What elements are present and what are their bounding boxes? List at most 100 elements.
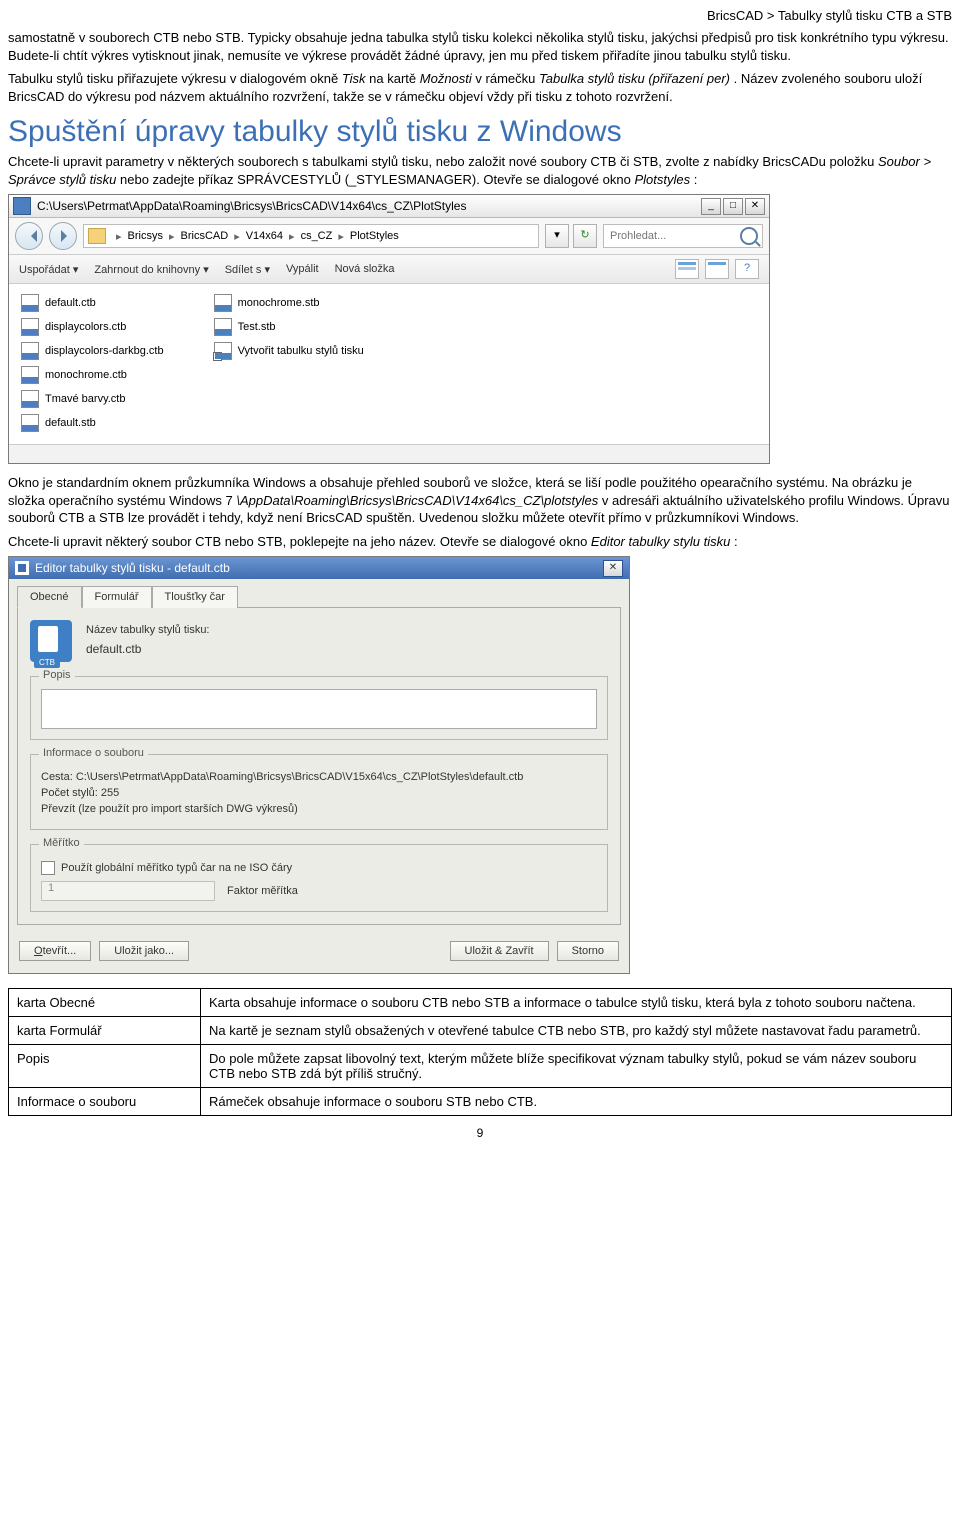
text: Chcete-li upravit parametry v některých … — [8, 154, 878, 169]
group-scale: Měřítko Použít globální měřítko typů čar… — [30, 844, 608, 912]
italic: Editor tabulky stylu tisku — [591, 534, 730, 549]
tab-general[interactable]: Obecné — [17, 586, 82, 608]
table-cell: Karta obsahuje informace o souboru CTB n… — [201, 989, 952, 1017]
paragraph: samostatně v souborech CTB nebo STB. Typ… — [8, 29, 952, 64]
file-item[interactable]: monochrome.stb — [214, 294, 364, 312]
close-button[interactable]: ✕ — [603, 560, 623, 577]
file-item[interactable]: monochrome.ctb — [21, 366, 164, 384]
file-item[interactable]: default.ctb — [21, 294, 164, 312]
paragraph: Chcete-li upravit parametry v některých … — [8, 153, 952, 188]
explorer-window: C:\Users\Petrmat\AppData\Roaming\Bricsys… — [8, 194, 770, 464]
file-label: Test.stb — [238, 321, 276, 333]
chevron-icon: ▸ — [283, 230, 301, 243]
paragraph: Chcete-li upravit některý soubor CTB neb… — [8, 533, 952, 551]
help-button[interactable]: ? — [735, 259, 759, 279]
ctb-file-icon — [21, 366, 39, 384]
stb-file-icon — [21, 414, 39, 432]
text: : — [694, 172, 698, 187]
ctb-file-icon — [21, 318, 39, 336]
text: Chcete-li upravit některý soubor CTB neb… — [8, 534, 591, 549]
italic: Tabulka stylů tisku (přiřazení per) — [539, 71, 730, 86]
stb-file-icon — [214, 318, 232, 336]
crumb[interactable]: BricsCAD — [181, 230, 229, 242]
minimize-button[interactable]: _ — [701, 198, 721, 215]
name-value: default.ctb — [30, 642, 608, 656]
ctb-file-icon — [21, 294, 39, 312]
file-item[interactable]: Tmavé barvy.ctb — [21, 390, 164, 408]
group-legend: Popis — [39, 669, 75, 681]
nav-back-button[interactable] — [15, 222, 43, 250]
table-cell: karta Formulář — [9, 1017, 201, 1045]
file-item[interactable]: displaycolors-darkbg.ctb — [21, 342, 164, 360]
text: na kartě — [369, 71, 420, 86]
file-label: monochrome.ctb — [45, 369, 127, 381]
file-label: displaycolors.ctb — [45, 321, 126, 333]
file-list: default.ctb displaycolors.ctb displaycol… — [9, 284, 769, 444]
new-folder-button[interactable]: Nová složka — [335, 263, 395, 275]
file-item[interactable]: displaycolors.ctb — [21, 318, 164, 336]
file-label: Tmavé barvy.ctb — [45, 393, 126, 405]
table-cell: Na kartě je seznam stylů obsažených v ot… — [201, 1017, 952, 1045]
chevron-icon: ▸ — [332, 230, 350, 243]
shortcut-icon — [214, 342, 232, 360]
search-box[interactable] — [603, 224, 763, 248]
search-input[interactable] — [608, 229, 722, 243]
checkbox[interactable] — [41, 861, 55, 875]
file-item[interactable]: default.stb — [21, 414, 164, 432]
crumb[interactable]: PlotStyles — [350, 230, 399, 242]
text: Tabulku stylů tisku přiřazujete výkresu … — [8, 71, 342, 86]
file-label: monochrome.stb — [238, 297, 320, 309]
editor-dialog: Editor tabulky stylů tisku - default.ctb… — [8, 556, 630, 974]
burn-button[interactable]: Vypálit — [286, 263, 319, 275]
file-path: Cesta: C:\Users\Petrmat\AppData\Roaming\… — [41, 771, 597, 783]
file-item[interactable]: Test.stb — [214, 318, 364, 336]
page-number: 9 — [8, 1126, 952, 1140]
import-note: Převzít (lze použít pro import starších … — [41, 803, 597, 815]
table-row: karta Obecné Karta obsahuje informace o … — [9, 989, 952, 1017]
iso-checkbox-row[interactable]: Použít globální měřítko typů čar na ne I… — [41, 861, 597, 875]
maximize-button[interactable]: □ — [723, 198, 743, 215]
breadcrumb-bar[interactable]: ▸ Bricsys ▸ BricsCAD ▸ V14x64 ▸ cs_CZ ▸ … — [83, 224, 539, 248]
close-button[interactable]: ✕ — [745, 198, 765, 215]
preview-button[interactable] — [705, 259, 729, 279]
scale-factor-input: 1 — [41, 881, 215, 901]
tab-form[interactable]: Formulář — [82, 586, 152, 608]
page-heading: Spuštění úpravy tabulky stylů tisku z Wi… — [8, 115, 952, 149]
titlebar: C:\Users\Petrmat\AppData\Roaming\Bricsys… — [9, 195, 769, 218]
save-close-button[interactable]: Uložit & Zavřít — [450, 941, 549, 961]
info-table: karta Obecné Karta obsahuje informace o … — [8, 988, 952, 1116]
share-menu[interactable]: Sdílet s — [225, 263, 270, 276]
crumb[interactable]: Bricsys — [128, 230, 163, 242]
table-row: Informace o souboru Rámeček obsahuje inf… — [9, 1088, 952, 1116]
folder-icon — [13, 197, 31, 215]
table-cell: Informace o souboru — [9, 1088, 201, 1116]
group-fileinfo: Informace o souboru Cesta: C:\Users\Petr… — [30, 754, 608, 830]
description-textarea[interactable] — [41, 689, 597, 729]
library-menu[interactable]: Zahrnout do knihovny — [94, 263, 208, 276]
dialog-titlebar: Editor tabulky stylů tisku - default.ctb… — [9, 557, 629, 579]
tabstrip: Obecné Formulář Tloušťky čar — [9, 579, 629, 607]
saveas-button[interactable]: Uložit jako... — [99, 941, 189, 961]
italic: Plotstyles — [634, 172, 690, 187]
tab-lineweights[interactable]: Tloušťky čar — [152, 586, 238, 608]
chevron-icon: ▸ — [110, 230, 128, 243]
nav-forward-button[interactable] — [49, 222, 77, 250]
file-label: Vytvořit tabulku stylů tisku — [238, 345, 364, 357]
crumb[interactable]: V14x64 — [246, 230, 283, 242]
view-button[interactable] — [675, 259, 699, 279]
group-description: Popis — [30, 676, 608, 740]
app-icon — [15, 561, 29, 575]
file-item[interactable]: Vytvořit tabulku stylů tisku — [214, 342, 364, 360]
open-button[interactable]: Otevřít... — [19, 941, 91, 961]
ctb-file-icon — [21, 390, 39, 408]
scale-factor-label: Faktor měřítka — [227, 885, 298, 897]
dropdown-icon[interactable]: ▾ — [545, 224, 569, 248]
file-label: default.stb — [45, 417, 96, 429]
crumb[interactable]: cs_CZ — [301, 230, 333, 242]
refresh-button[interactable]: ↻ — [573, 224, 597, 248]
tab-panel: Název tabulky stylů tisku: default.ctb P… — [17, 607, 621, 925]
cancel-button[interactable]: Storno — [557, 941, 619, 961]
text: nebo zadejte příkaz SPRÁVCESTYLŮ (_STYLE… — [120, 172, 634, 187]
organize-menu[interactable]: Uspořádat — [19, 263, 78, 276]
stb-file-icon — [214, 294, 232, 312]
